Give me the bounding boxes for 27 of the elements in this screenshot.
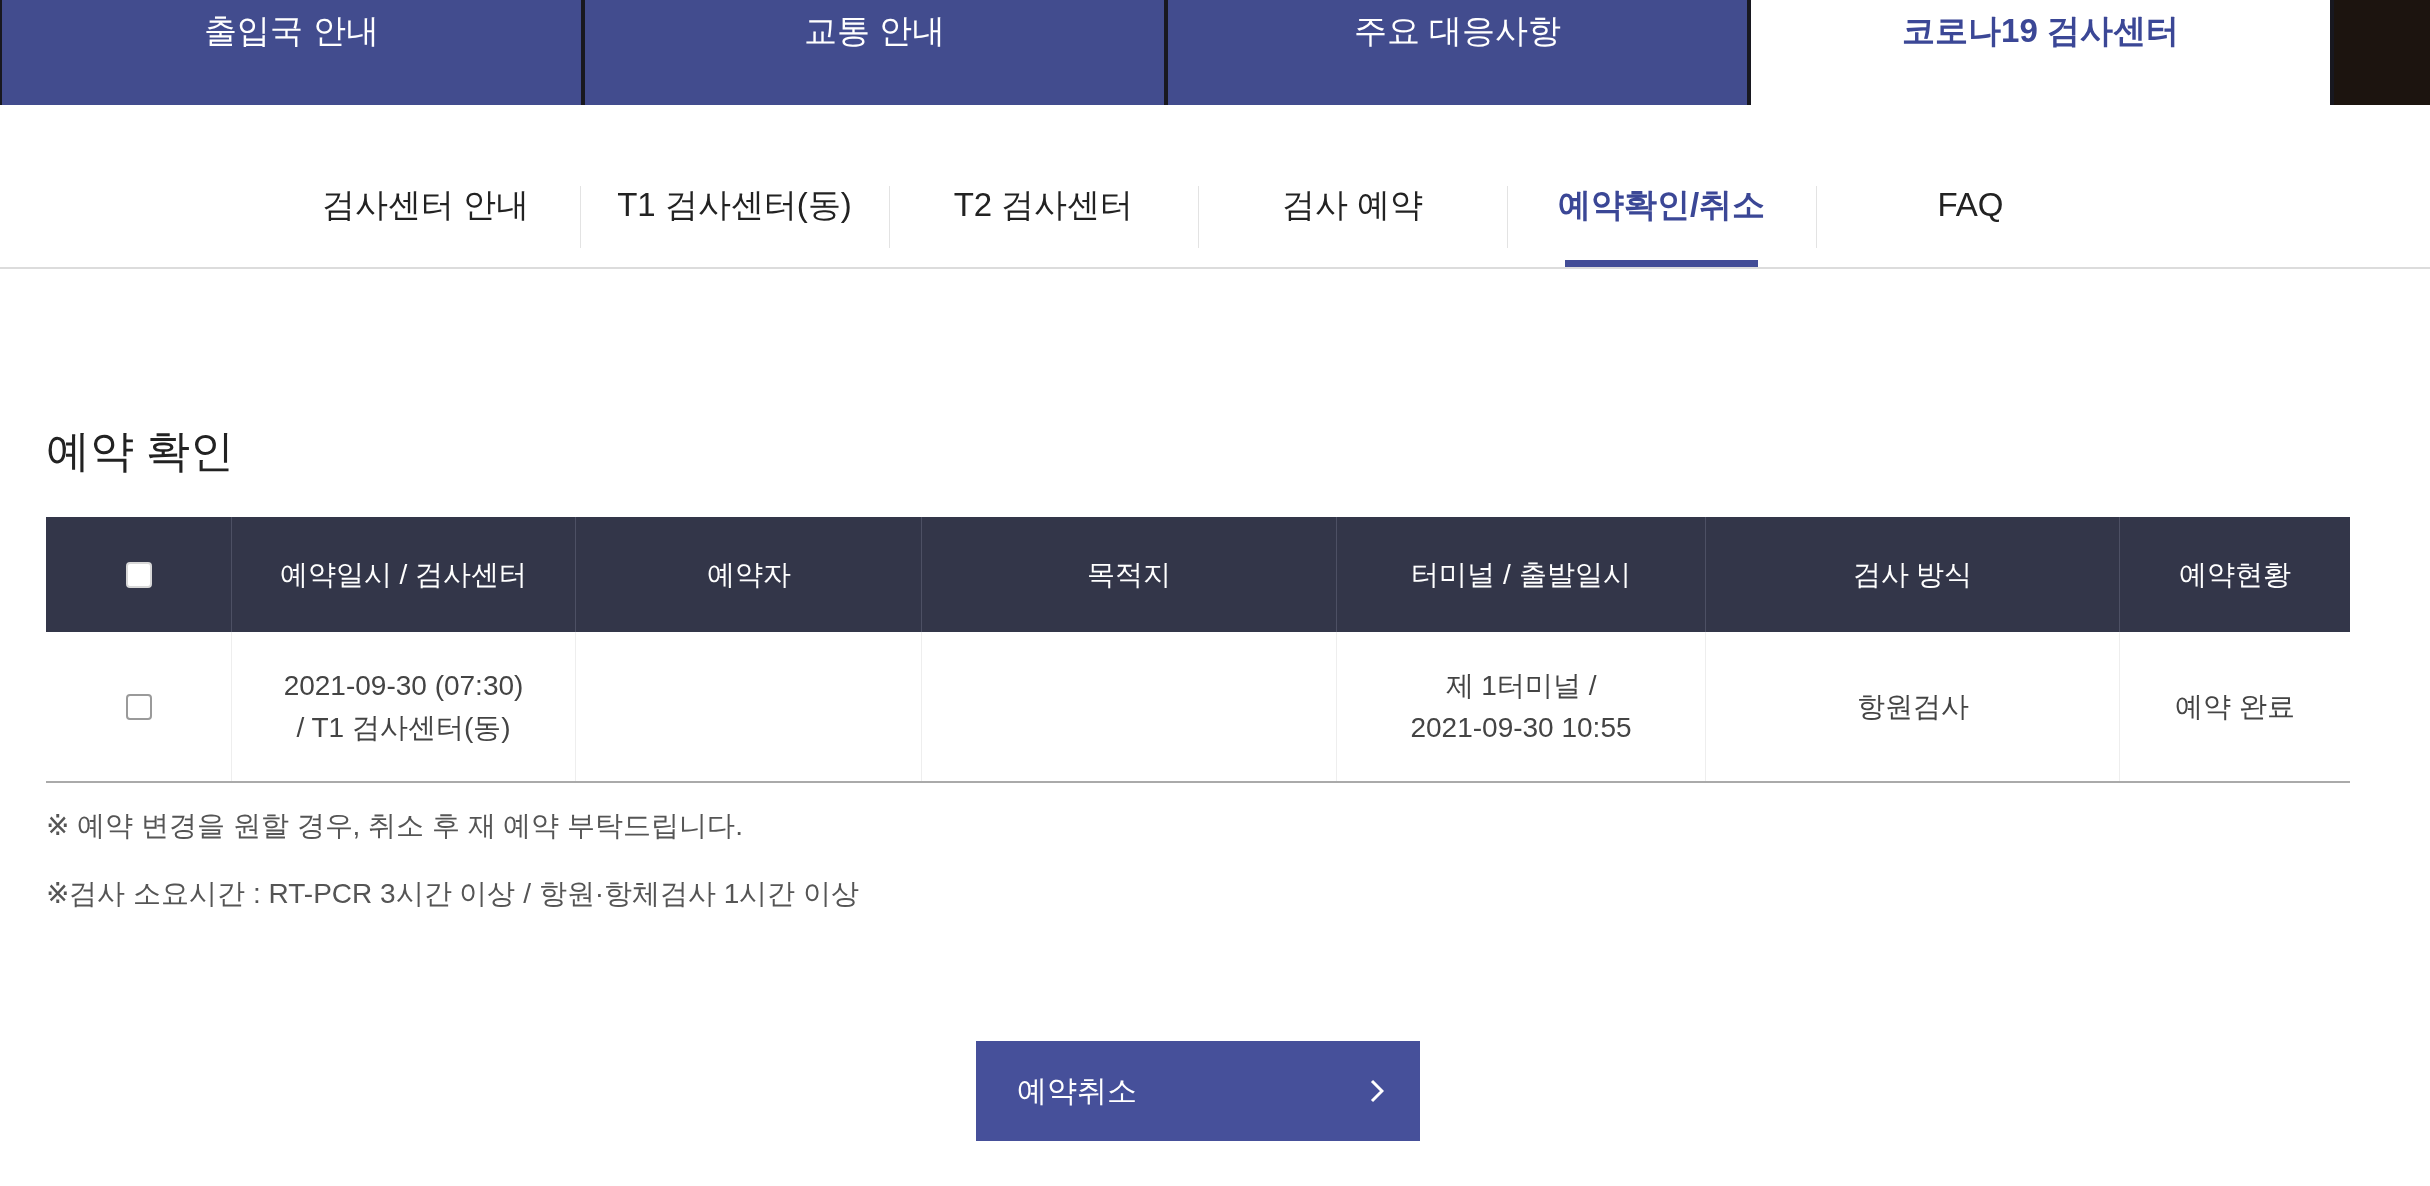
section-tab[interactable]: 코로나19 검사센터 [1751, 0, 2330, 105]
section-tab[interactable]: 출입국 안내 [2, 0, 581, 105]
sub-tab[interactable]: T2 검사센터 [889, 105, 1198, 267]
section-heading: 예약 확인 [46, 425, 235, 477]
column-header: 예약현황 [2119, 517, 2350, 632]
column-header: 목적지 [921, 517, 1336, 632]
note-text: ※ 예약 변경을 원할 경우, 취소 후 재 예약 부탁드립니다. [46, 809, 744, 843]
chevron-right-icon [1370, 1079, 1384, 1103]
table-cell-text: 항원검사 [1856, 689, 1969, 724]
section-tab[interactable]: 주요 대응사항 [1168, 0, 1747, 105]
table-cell-text: 2021-09-30 (07:30) / T1 검사센터(동) [283, 668, 524, 745]
section-tab[interactable]: 교통 안내 [585, 0, 1164, 105]
table-cell-text: 예약 완료 [2175, 689, 2295, 724]
cancel-reservation-button[interactable]: 예약취소 [976, 1041, 1420, 1141]
select-all-checkbox[interactable] [125, 561, 152, 588]
note-text: ※검사 소요시간 : RT-PCR 3시간 이상 / 항원·항체검사 1시간 이상 [46, 877, 860, 911]
table-cell-text: 제 1터미널 / 2021-09-30 10:55 [1410, 668, 1632, 745]
sub-tab[interactable]: FAQ [1816, 105, 2125, 267]
sub-tab[interactable]: 검사센터 안내 [271, 105, 580, 267]
column-header: 검사 방식 [1705, 517, 2119, 632]
column-header: 예약일시 / 검사센터 [231, 517, 575, 632]
sub-tab[interactable]: 검사 예약 [1198, 105, 1507, 267]
sub-tab[interactable]: 예약확인/취소 [1507, 105, 1816, 267]
column-header: 터미널 / 출발일시 [1336, 517, 1705, 632]
column-header: 예약자 [575, 517, 921, 632]
row-checkbox[interactable] [125, 693, 152, 720]
sub-tab[interactable]: T1 검사센터(동) [580, 105, 889, 267]
